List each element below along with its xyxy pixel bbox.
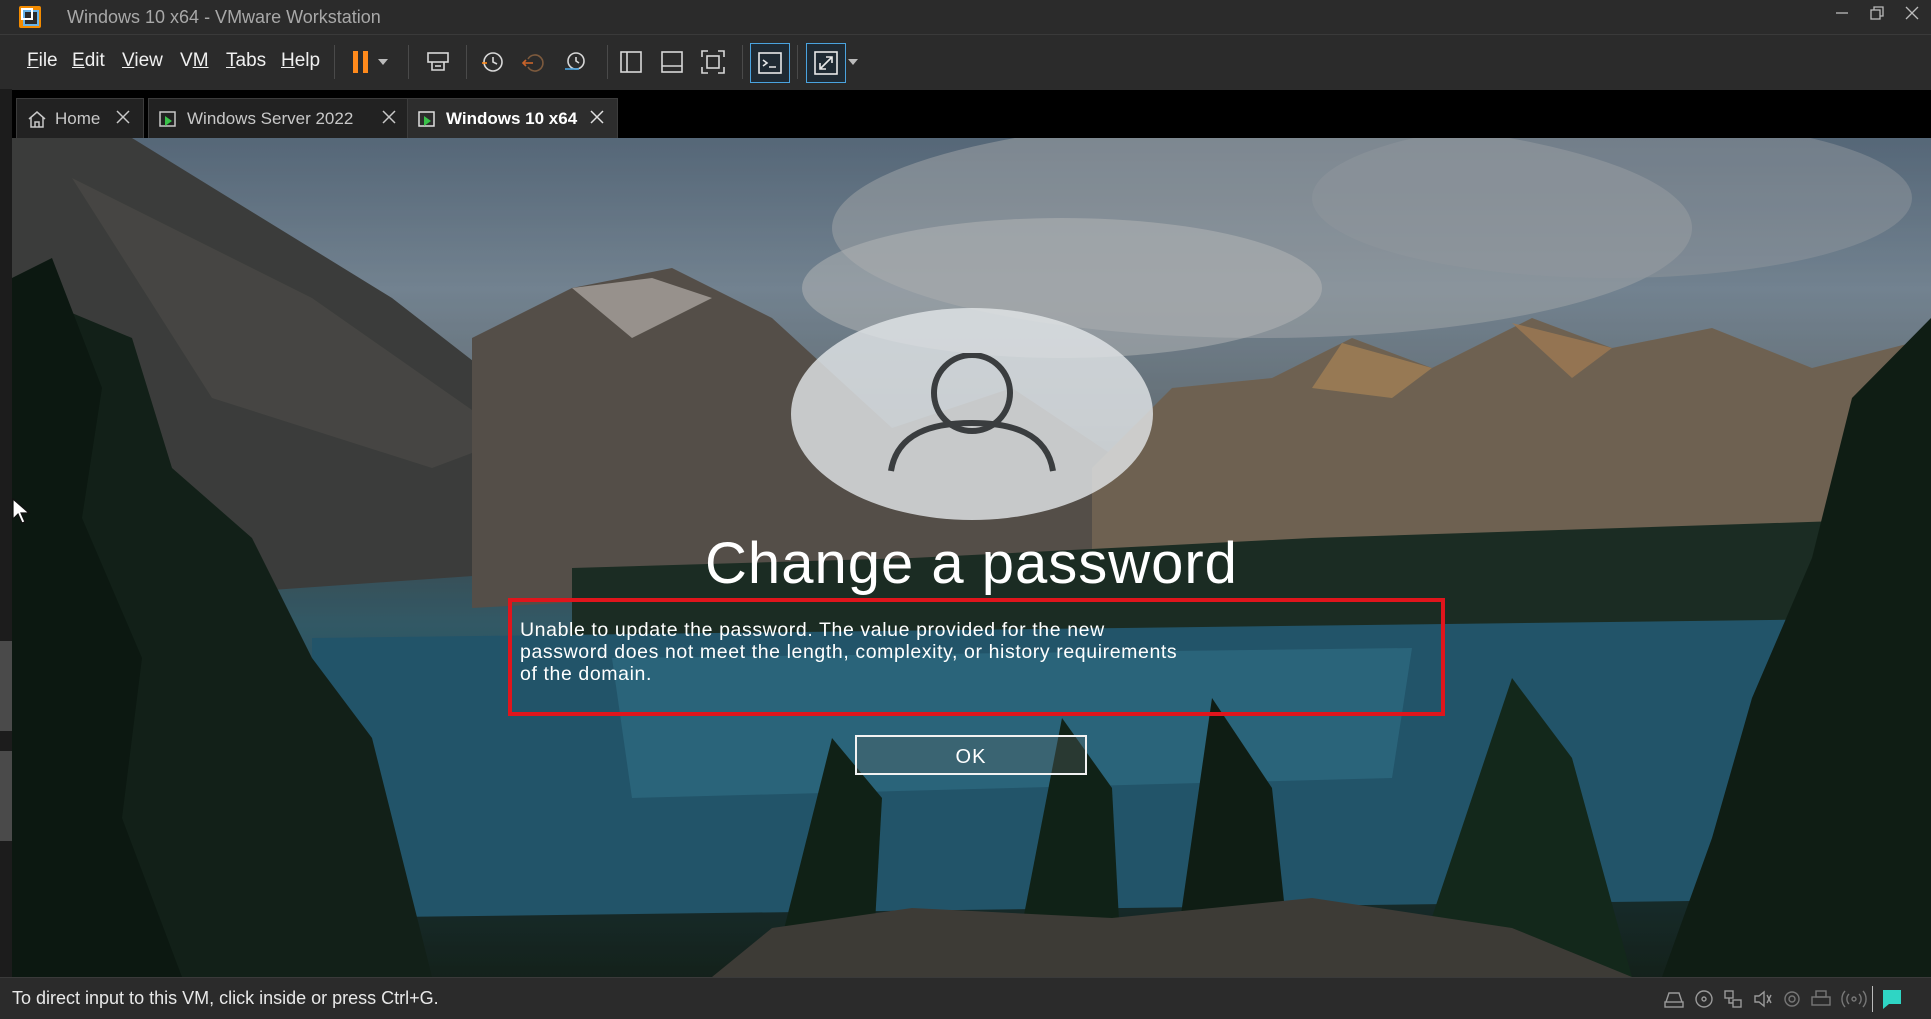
console-view-icon[interactable]: [750, 43, 790, 83]
menu-file[interactable]: File: [27, 50, 58, 72]
revert-snapshot-icon[interactable]: [515, 43, 553, 81]
ok-button[interactable]: OK: [855, 735, 1087, 775]
show-library-icon[interactable]: [612, 43, 650, 81]
send-ctrl-alt-del-icon[interactable]: [419, 43, 457, 81]
snapshot-manager-icon[interactable]: [556, 43, 594, 81]
minimize-button[interactable]: [1830, 6, 1854, 28]
status-divider: [1872, 986, 1873, 1012]
toolbar-divider: [742, 45, 743, 79]
vm-icon: [159, 109, 179, 129]
status-message: To direct input to this VM, click inside…: [12, 988, 439, 1008]
power-dropdown-chevron-icon[interactable]: [372, 43, 394, 81]
wireless-signal-icon[interactable]: [1840, 988, 1868, 1010]
fit-guest-icon[interactable]: [694, 43, 732, 81]
menu-vm[interactable]: VM: [180, 50, 209, 72]
title-bar: Windows 10 x64 - VMware Workstation: [0, 0, 1931, 34]
tab-label: Windows 10 x64: [446, 109, 578, 128]
toolbar-divider: [466, 45, 467, 79]
tab-label: Windows Server 2022: [187, 109, 354, 128]
window-title: Windows 10 x64 - VMware Workstation: [67, 7, 381, 27]
network-adapter-icon[interactable]: [1722, 988, 1744, 1010]
full-screen-icon[interactable]: [806, 43, 846, 83]
gutter-marker: [0, 751, 12, 841]
error-message-line: password does not meet the length, compl…: [520, 641, 1178, 663]
toolbar-divider: [797, 45, 798, 79]
close-window-button[interactable]: [1900, 6, 1924, 28]
menu-view[interactable]: View: [122, 50, 163, 72]
vm-icon: [418, 109, 438, 129]
printer-icon[interactable]: [1810, 988, 1832, 1010]
gutter-marker: [0, 641, 12, 731]
error-message-line: Unable to update the password. The value…: [520, 619, 1105, 641]
tab-strip: Home Windows Server 2022 Windows 10 x64: [12, 90, 1931, 138]
error-message: Unable to update the password. The value…: [520, 619, 1440, 685]
tab-label: Home: [55, 109, 101, 128]
thumbnail-bar-icon[interactable]: [653, 43, 691, 81]
mouse-cursor-icon: [12, 497, 34, 529]
toolbar: File Edit View VM Tabs Help: [0, 34, 1931, 91]
menu-tabs[interactable]: Tabs: [226, 50, 266, 72]
snapshot-icon[interactable]: [473, 43, 511, 81]
toolbar-divider: [334, 45, 335, 79]
left-gutter: [0, 89, 12, 977]
home-icon: [27, 109, 47, 129]
tab-windows-10-x64[interactable]: Windows 10 x64: [407, 98, 618, 138]
cd-dvd-icon[interactable]: [1693, 988, 1715, 1010]
sound-card-icon[interactable]: [1752, 988, 1774, 1010]
full-screen-dropdown-chevron-icon[interactable]: [842, 43, 864, 81]
user-icon: [888, 353, 1056, 472]
hard-disk-icon[interactable]: [1663, 988, 1685, 1010]
toolbar-divider: [607, 45, 608, 79]
close-tab-icon[interactable]: [381, 109, 399, 127]
vmware-logo-icon: [18, 5, 42, 29]
toolbar-divider: [408, 45, 409, 79]
menu-edit[interactable]: Edit: [72, 50, 105, 72]
page-title: Change a password: [705, 531, 1238, 596]
status-bar: To direct input to this VM, click inside…: [0, 977, 1931, 1019]
menu-help[interactable]: Help: [281, 50, 320, 72]
tab-home[interactable]: Home: [16, 98, 144, 138]
vm-display[interactable]: Change a password Unable to update the p…: [12, 138, 1931, 977]
error-message-line: of the domain.: [520, 663, 652, 685]
close-tab-icon[interactable]: [115, 109, 133, 127]
user-avatar: [791, 308, 1153, 520]
tab-windows-server-2022[interactable]: Windows Server 2022: [148, 98, 410, 138]
usb-device-icon[interactable]: [1781, 988, 1803, 1010]
message-log-icon[interactable]: [1881, 988, 1903, 1010]
restore-button[interactable]: [1865, 6, 1889, 28]
close-tab-icon[interactable]: [589, 109, 607, 127]
